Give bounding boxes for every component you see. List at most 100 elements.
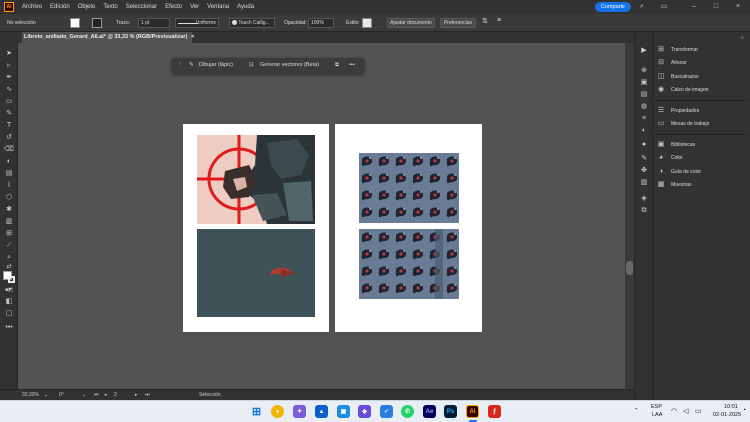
photoshop-icon[interactable]: Ps (444, 405, 457, 418)
menu-ver[interactable]: Ver (190, 4, 199, 10)
collapse-panels-icon[interactable]: ▶ (639, 46, 649, 55)
menu-seleccionar[interactable]: Seleccionar (126, 4, 157, 10)
brush-select[interactable]: Touch Callig... (229, 18, 275, 28)
prev-artboard-icon[interactable]: ◂ (104, 392, 107, 398)
workspace-icon[interactable]: ▭ (660, 3, 668, 11)
search-icon[interactable]: ⌕ (638, 3, 646, 11)
stroke-strip-icon[interactable]: ≡ (639, 114, 649, 123)
artboard-1[interactable] (183, 124, 329, 332)
preferences-button[interactable]: Preferencias (440, 18, 476, 28)
graphic-styles-strip-icon[interactable]: ▥ (639, 178, 649, 187)
eraser-tool-icon[interactable]: ⌫ (4, 145, 14, 154)
menu-efecto[interactable]: Efecto (165, 4, 182, 10)
opacity-field[interactable]: 100% (308, 18, 334, 28)
whatsapp-icon[interactable]: ✆ (401, 405, 414, 418)
style-swatch[interactable] (362, 18, 372, 28)
symbol-sprayer-tool-icon[interactable]: ✱ (4, 205, 14, 214)
minimize-icon[interactable]: – (690, 3, 698, 11)
photos-icon[interactable]: ▣ (337, 405, 350, 418)
windows-start-icon[interactable]: ⊞ (250, 405, 263, 418)
store-icon[interactable]: ▲ (315, 405, 328, 418)
panel-menu-icon[interactable]: « (741, 35, 744, 41)
copilot-icon[interactable]: ✦ (293, 405, 306, 418)
document-tab[interactable]: Libreto_anillado_Gerard_A6.ai* @ 33,33 %… (22, 32, 194, 43)
menu-objeto[interactable]: Objeto (78, 4, 96, 10)
tab-close-icon[interactable]: × (191, 34, 194, 40)
direct-selection-tool-icon[interactable]: ▹ (4, 61, 14, 70)
rotation-dropdown-icon[interactable]: ⌄ (82, 392, 86, 398)
next-artboard-icon[interactable]: ▸ (135, 392, 138, 398)
panel-bibliotecas[interactable]: ▣ Bibliotecas (657, 140, 696, 150)
curvature-tool-icon[interactable]: ∿ (4, 85, 14, 94)
asset-export-icon[interactable]: ⧉ (639, 206, 649, 215)
after-effects-icon[interactable]: Ae (423, 405, 436, 418)
draw-mode-icon[interactable]: ◧ (4, 297, 14, 306)
acrobat-icon[interactable]: ⨍ (488, 405, 501, 418)
libraries-strip-icon[interactable]: ▣ (639, 78, 649, 87)
illustrator-taskbar-icon[interactable]: Ai (466, 405, 479, 418)
screen-mode-icon[interactable]: ▢ (4, 309, 14, 318)
menu-texto[interactable]: Texto (103, 4, 117, 10)
last-artboard-icon[interactable]: ⏭ (145, 392, 150, 398)
vertical-scrollbar[interactable] (625, 43, 634, 389)
recolor-icon[interactable]: ⧉ (335, 62, 339, 69)
volume-icon[interactable]: ◁ (683, 407, 688, 415)
panel-buscatrazos[interactable]: ◫ Buscatrazos (657, 72, 699, 82)
eyedropper-tool-icon[interactable]: ⌇ (4, 181, 14, 190)
menu-archivo[interactable]: Archivo (22, 4, 42, 10)
panel-alinear[interactable]: ⊟ Alinear (657, 58, 687, 68)
adjust-document-button[interactable]: Ajustar documento (387, 18, 435, 28)
symbols-strip-icon[interactable]: ✤ (639, 166, 649, 175)
battery-icon[interactable]: ▭ (695, 407, 702, 415)
wifi-icon[interactable]: ◠ (671, 407, 677, 415)
rotation-field[interactable]: 0° (59, 392, 64, 398)
shape-builder-tool-icon[interactable]: ◐ (4, 157, 14, 166)
stroke-weight-field[interactable]: 1 pt (138, 18, 170, 28)
appearance-strip-icon[interactable]: ● (639, 140, 649, 149)
panel-transformar[interactable]: ⊞ Transformar (657, 45, 698, 55)
menu-ventana[interactable]: Ventana (207, 4, 229, 10)
first-artboard-icon[interactable]: ⏮ (94, 392, 99, 398)
drag-handle-icon[interactable]: ⋮ (177, 62, 183, 68)
panel-calco-imagen[interactable]: ◉ Calco de imagen (657, 85, 709, 95)
keyboard-layout[interactable]: LAA (652, 412, 662, 418)
slice-tool-icon[interactable]: ⟋ (4, 241, 14, 250)
menu-lines-icon[interactable]: ≡ (497, 17, 501, 24)
color-mode-icons[interactable]: ■◩ (4, 286, 14, 295)
menu-ayuda[interactable]: Ayuda (237, 4, 254, 10)
graph-tool-icon[interactable]: ▥ (4, 217, 14, 226)
links-icon[interactable]: ⊗ (639, 66, 649, 75)
clock-time[interactable]: 10:01 (724, 404, 738, 410)
panel-propiedades[interactable]: ☰ Propiedades (657, 106, 699, 116)
rectangle-tool-icon[interactable]: ▭ (4, 97, 14, 106)
back-cover-illustration[interactable] (197, 229, 315, 317)
type-tool-icon[interactable]: T (4, 121, 14, 130)
draw-pencil-button[interactable]: Dibujar (lápiz) (199, 62, 233, 68)
glyphs-strip-icon[interactable]: ◍ (639, 102, 649, 111)
zoom-field[interactable]: 33,33% (22, 392, 39, 398)
pen-tool-icon[interactable]: ✒ (4, 73, 14, 82)
artboard-2[interactable] (335, 124, 482, 332)
files-icon[interactable]: ✓ (380, 405, 393, 418)
arrange-icon[interactable]: ⇅ (482, 17, 488, 25)
panel-muestras[interactable]: ▦ Muestras (657, 180, 692, 190)
clipchamp-icon[interactable]: ◆ (358, 405, 371, 418)
cover-illustration[interactable] (197, 135, 315, 224)
stroke-color-box[interactable] (8, 276, 15, 283)
panel-guia-color[interactable]: ◑ Guía de color (657, 167, 701, 177)
language-code[interactable]: ESP (651, 404, 662, 410)
menu-edicion[interactable]: Edición (50, 4, 70, 10)
stroke-profile-select[interactable]: Uniforme (175, 18, 219, 28)
rotate-tool-icon[interactable]: ↺ (4, 133, 14, 142)
pattern-panel-top[interactable] (359, 153, 459, 223)
gradient-tool-icon[interactable]: ▤ (4, 169, 14, 178)
blend-tool-icon[interactable]: ⬡ (4, 193, 14, 202)
pattern-panel-bottom[interactable] (359, 229, 459, 299)
generate-vectors-button[interactable]: Generar vectores (Beta) (260, 62, 319, 68)
tray-chevron-icon[interactable]: ⌃ (634, 408, 639, 414)
brushes-strip-icon[interactable]: ✎ (639, 154, 649, 163)
vertical-scroll-thumb[interactable] (626, 261, 633, 275)
artboard-tool-icon[interactable]: ⊞ (4, 229, 14, 238)
selection-tool-icon[interactable]: ➤ (4, 49, 14, 58)
transparency-strip-icon[interactable]: ◐ (639, 126, 649, 135)
